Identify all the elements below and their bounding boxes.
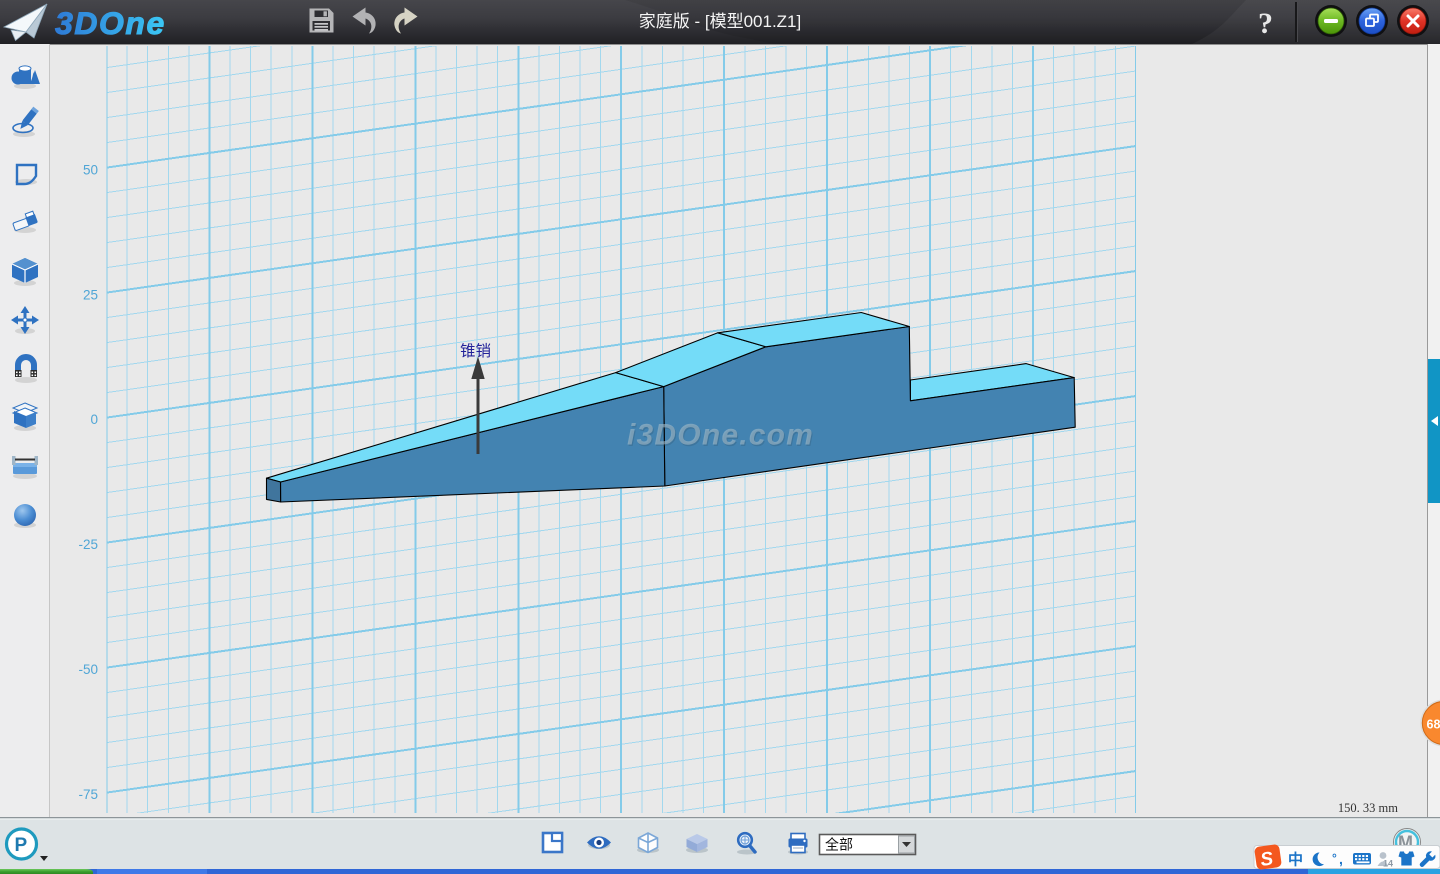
svg-text:25: 25 xyxy=(83,288,98,303)
svg-text:-75: -75 xyxy=(78,787,98,802)
svg-text:,: , xyxy=(1339,851,1343,867)
svg-text:-50: -50 xyxy=(78,662,98,677)
svg-text:0: 0 xyxy=(90,412,98,427)
svg-text:中: 中 xyxy=(1288,851,1303,869)
svg-text:-25: -25 xyxy=(78,537,98,552)
svg-text:150. 33 mm: 150. 33 mm xyxy=(1338,801,1398,815)
svg-text:锥销: 锥销 xyxy=(460,342,491,360)
svg-text:14: 14 xyxy=(1383,859,1393,869)
svg-text:50: 50 xyxy=(83,163,98,178)
svg-text:i3DOne.com: i3DOne.com xyxy=(627,419,814,452)
svg-text:68: 68 xyxy=(1427,718,1440,732)
svg-text:全部: 全部 xyxy=(825,837,853,853)
svg-text:P: P xyxy=(15,835,28,856)
svg-text:°: ° xyxy=(1332,851,1337,865)
